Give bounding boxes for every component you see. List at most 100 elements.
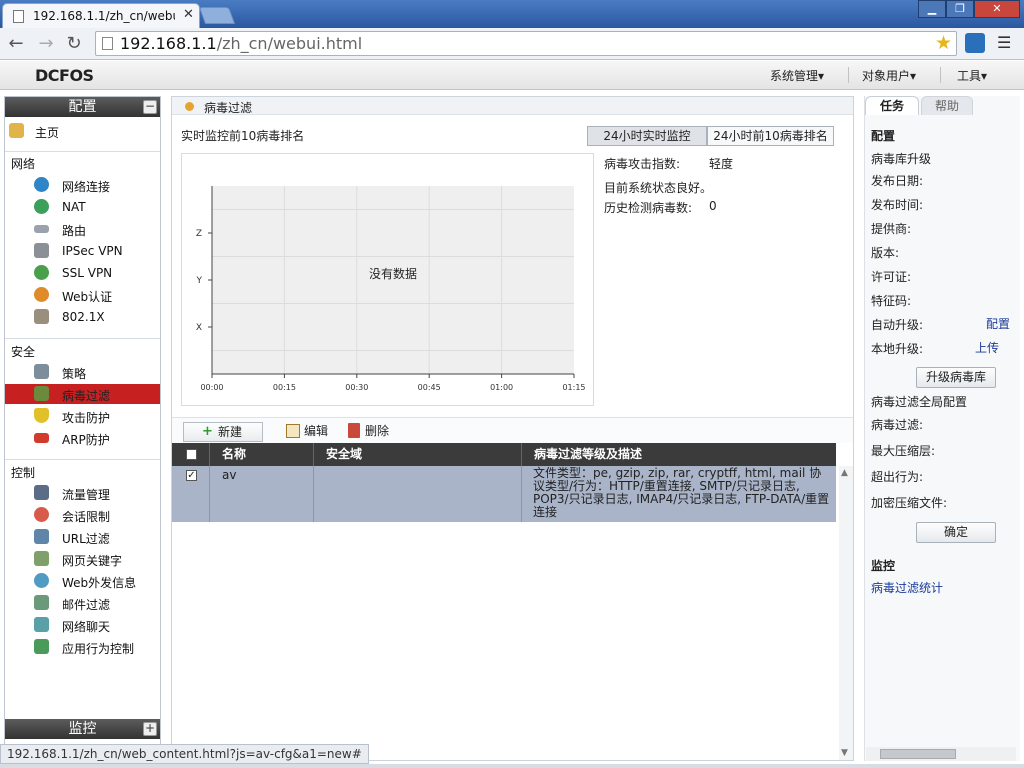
sidebar-item-label: 策略: [62, 367, 87, 381]
menu-system-management[interactable]: 系统管理▾: [770, 67, 824, 84]
sidebar-item-arp-defense[interactable]: ARP防护: [5, 428, 160, 448]
menu-object-user[interactable]: 对象用户▾: [862, 67, 916, 84]
window-close-button[interactable]: ✕: [974, 0, 1020, 18]
version-label: 版本:: [871, 246, 900, 260]
x-tick-label: 00:00: [200, 383, 223, 392]
browser-tab[interactable]: 192.168.1.1/zh_cn/webu ✕: [2, 3, 200, 28]
sidebar-item-8021x[interactable]: 802.1X: [5, 307, 160, 327]
edit-icon: [286, 424, 300, 438]
row-select-cell: ✓: [172, 466, 210, 522]
expand-icon[interactable]: +: [143, 722, 157, 736]
app-control-icon: [34, 639, 49, 654]
scroll-thumb[interactable]: [880, 749, 956, 759]
tab-24h-top10-ranking[interactable]: 24小时前10病毒排名: [707, 126, 834, 146]
url-text[interactable]: 192.168.1.1/zh_cn/webui.html: [120, 34, 362, 53]
sidebar-item-web-auth[interactable]: Web认证: [5, 285, 160, 305]
sidebar-item-virus-filter[interactable]: 病毒过滤: [5, 384, 160, 404]
new-tab-button[interactable]: [198, 7, 236, 24]
sidebar-item-session-limit[interactable]: 会话限制: [5, 505, 160, 525]
app-header: DCFOS 系统管理▾ 对象用户▾ 工具▾: [0, 61, 1024, 90]
sidebar-monitor-title: 监控: [68, 721, 97, 737]
tab-24h-live-monitor[interactable]: 24小时实时监控: [587, 126, 707, 146]
menu-tools[interactable]: 工具▾: [957, 67, 987, 84]
virus-filter-label: 病毒过滤:: [871, 418, 924, 432]
auto-upgrade-config-link[interactable]: 配置: [986, 315, 1010, 332]
nat-icon: [34, 199, 49, 214]
scroll-down-icon[interactable]: ▼: [841, 748, 848, 758]
window-minimize-button[interactable]: ▁: [918, 0, 946, 18]
sidebar-item-ssl-vpn[interactable]: SSL VPN: [5, 263, 160, 283]
sidebar-item-label: 应用行为控制: [62, 642, 135, 656]
local-upgrade-upload-link[interactable]: 上传: [975, 339, 999, 356]
sidebar-item-app-behavior[interactable]: 应用行为控制: [5, 637, 160, 657]
history-count-value: 0: [709, 199, 717, 213]
sidebar-item-mail-filter[interactable]: 邮件过滤: [5, 593, 160, 613]
table-header-description[interactable]: 病毒过滤等级及描述: [522, 443, 836, 466]
sidebar-item-page-keyword[interactable]: 网页关键字: [5, 549, 160, 569]
browser-menu-icon[interactable]: ☰: [997, 33, 1011, 52]
y-tick-label: Z: [196, 229, 202, 239]
mail-icon: [34, 595, 49, 610]
scroll-up-icon[interactable]: ▲: [841, 468, 848, 478]
sidebar-item-network-connection[interactable]: 网络连接: [5, 175, 160, 195]
shield-icon: [34, 408, 49, 423]
sidebar-item-label: URL过滤: [62, 532, 110, 546]
virus-filter-stats-link[interactable]: 病毒过滤统计: [871, 579, 943, 596]
page-icon: [13, 10, 24, 23]
edit-button[interactable]: 编辑: [286, 422, 336, 442]
license-label: 许可证:: [871, 270, 912, 284]
x-tick-label: 00:45: [418, 383, 441, 392]
sidebar-config-header[interactable]: 配置 −: [5, 97, 160, 117]
trash-icon: [348, 423, 360, 438]
back-arrow-icon[interactable]: ←: [4, 32, 28, 56]
tab-task[interactable]: 任务: [865, 96, 919, 115]
sidebar-item-policy[interactable]: 策略: [5, 362, 160, 382]
url-filter-icon: [34, 529, 49, 544]
no-data-message: 没有数据: [369, 266, 417, 281]
tab-help[interactable]: 帮助: [921, 96, 973, 115]
table-scrollbar[interactable]: ▲ ▼: [839, 466, 853, 760]
sidebar-item-attack-defense[interactable]: 攻击防护: [5, 406, 160, 426]
page-icon: [102, 37, 113, 50]
sidebar-item-home[interactable]: 主页: [5, 121, 160, 141]
logo: DCFOS: [35, 66, 94, 85]
status-dot-icon: [185, 102, 194, 111]
sidebar-item-network-chat[interactable]: 网络聊天: [5, 615, 160, 635]
add-icon: +: [202, 424, 213, 439]
sidebar-item-label: 网页关键字: [62, 554, 123, 568]
new-button[interactable]: + 新建: [183, 422, 263, 442]
sidebar-item-web-outgoing[interactable]: Web外发信息: [5, 571, 160, 591]
task-panel-scrollbar[interactable]: [866, 747, 1016, 761]
sidebar-item-url-filter[interactable]: URL过滤: [5, 527, 160, 547]
sidebar-item-ipsec-vpn[interactable]: IPSec VPN: [5, 241, 160, 261]
ok-button[interactable]: 确定: [916, 522, 996, 543]
window-maximize-button[interactable]: ❐: [946, 0, 974, 18]
address-bar[interactable]: 192.168.1.1/zh_cn/webui.html ★: [95, 31, 957, 56]
forward-arrow-icon[interactable]: →: [34, 32, 58, 56]
sidebar-monitor-header[interactable]: 监控 +: [5, 719, 160, 739]
attack-index-value: 轻度: [709, 157, 734, 171]
web-outgoing-icon: [34, 573, 49, 588]
row-checkbox-checked-icon[interactable]: ✓: [186, 470, 197, 481]
sidebar-item-nat[interactable]: NAT: [5, 197, 160, 217]
reload-icon[interactable]: ↻: [62, 32, 86, 56]
sidebar-item-routing[interactable]: 路由: [5, 219, 160, 239]
chart-svg: X Y Z 00:00 00:15 00:30 00:45 01:00 01:15 没有数据: [196, 186, 586, 392]
action-toolbar: + 新建 编辑 删除: [172, 417, 853, 443]
sidebar-item-traffic-management[interactable]: 流量管理: [5, 483, 160, 503]
collapse-icon[interactable]: −: [143, 100, 157, 114]
table-header-zone[interactable]: 安全域: [314, 443, 522, 466]
select-all-checkbox[interactable]: [186, 449, 197, 460]
window-bottom-edge: [0, 764, 1024, 768]
task-panel: 任务 帮助 配置 病毒库升级 发布日期: 发布时间: 提供商: 版本: 许可证:…: [864, 96, 1020, 761]
status-bar-url: 192.168.1.1/zh_cn/web_content.html?js=av…: [0, 744, 369, 764]
upgrade-virus-db-button[interactable]: 升级病毒库: [916, 367, 996, 388]
delete-button[interactable]: 删除: [348, 422, 398, 442]
bookmark-star-icon[interactable]: ★: [935, 32, 952, 54]
close-tab-icon[interactable]: ✕: [183, 7, 194, 22]
extension-icon[interactable]: [965, 33, 985, 53]
sidebar-item-label: 会话限制: [62, 510, 111, 524]
x-tick-label: 01:15: [562, 383, 585, 392]
table-row[interactable]: ✓ av 文件类型：pe, gzip, zip, rar, cryptff, h…: [172, 466, 836, 522]
table-header-name[interactable]: 名称: [210, 443, 314, 466]
